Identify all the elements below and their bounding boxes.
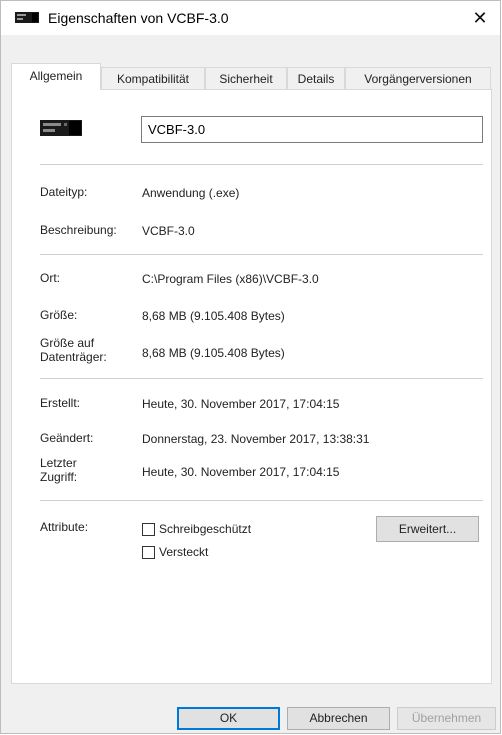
application-window-icon: [15, 12, 39, 23]
size-value: 8,68 MB (9.105.408 Bytes): [142, 309, 285, 323]
modified-label: Geändert:: [40, 431, 94, 445]
size-on-disk-label-line1: Größe auf: [40, 336, 95, 350]
separator: [40, 500, 483, 501]
location-value: C:\Program Files (x86)\VCBF-3.0: [142, 272, 319, 286]
cancel-button[interactable]: Abbrechen: [287, 707, 390, 730]
location-label: Ort:: [40, 271, 60, 285]
accessed-label-line2: Zugriff:: [40, 470, 78, 484]
accessed-value: Heute, 30. November 2017, 17:04:15: [142, 465, 340, 479]
tab-sicherheit[interactable]: Sicherheit: [205, 67, 287, 89]
readonly-checkbox-label[interactable]: Schreibgeschützt: [159, 522, 251, 536]
hidden-checkbox[interactable]: [142, 545, 155, 559]
type-value: Anwendung (.exe): [142, 186, 240, 200]
readonly-checkbox-row[interactable]: Schreibgeschützt: [142, 522, 251, 536]
size-label: Größe:: [40, 308, 78, 322]
tab-kompatibilitaet[interactable]: Kompatibilität: [101, 67, 205, 89]
apply-button[interactable]: Übernehmen: [397, 707, 496, 730]
attributes-label: Attribute:: [40, 520, 89, 534]
title-bar[interactable]: Eigenschaften von VCBF-3.0 ✕: [1, 1, 500, 35]
created-value: Heute, 30. November 2017, 17:04:15: [142, 397, 340, 411]
size-on-disk-label-line2: Datenträger:: [40, 350, 107, 364]
modified-value: Donnerstag, 23. November 2017, 13:38:31: [142, 432, 370, 446]
size-on-disk-value: 8,68 MB (9.105.408 Bytes): [142, 346, 285, 360]
accessed-label-line1: Letzter: [40, 456, 77, 470]
description-label: Beschreibung:: [40, 223, 117, 237]
separator: [40, 378, 483, 379]
description-value: VCBF-3.0: [142, 224, 195, 238]
file-name-input[interactable]: [141, 116, 483, 143]
tab-allgemein[interactable]: Allgemein: [11, 63, 101, 90]
ok-button[interactable]: OK: [177, 707, 280, 730]
created-label: Erstellt:: [40, 396, 81, 410]
window-title: Eigenschaften von VCBF-3.0: [48, 10, 229, 26]
application-window-icon: [40, 120, 82, 136]
advanced-button[interactable]: Erweitert...: [376, 516, 479, 542]
hidden-checkbox-row[interactable]: Versteckt: [142, 545, 208, 559]
properties-dialog: Eigenschaften von VCBF-3.0 ✕ Allgemein K…: [0, 0, 501, 734]
close-icon: ✕: [472, 7, 488, 28]
tab-details[interactable]: Details: [287, 67, 345, 89]
hidden-checkbox-label[interactable]: Versteckt: [159, 545, 208, 559]
tab-vorgaengerversionen[interactable]: Vorgängerversionen: [345, 67, 491, 89]
separator: [40, 164, 483, 165]
separator: [40, 254, 483, 255]
close-button[interactable]: ✕: [460, 1, 500, 35]
general-tab-panel: Dateityp: Anwendung (.exe) Beschreibung:…: [11, 89, 492, 684]
type-label: Dateityp:: [40, 185, 88, 199]
readonly-checkbox[interactable]: [142, 522, 155, 536]
